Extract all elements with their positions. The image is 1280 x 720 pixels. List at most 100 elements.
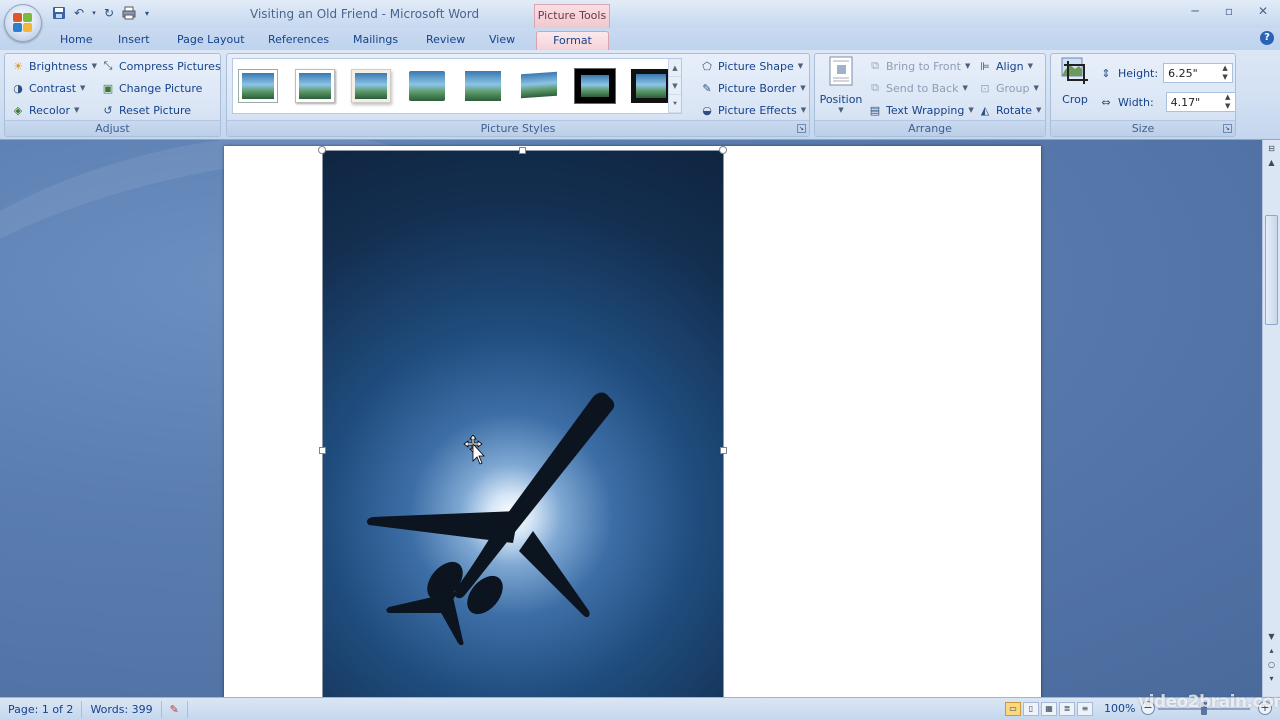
position-icon <box>829 56 853 86</box>
height-input[interactable]: 6.25" ▲ ▼ <box>1163 63 1234 83</box>
picture-style-7-selected[interactable] <box>575 69 615 103</box>
vertical-scrollbar[interactable]: ⊟ ▲ ▼ ▴ ○ ▾ <box>1262 140 1280 697</box>
reset-picture-icon: ↺ <box>103 103 113 117</box>
next-page-icon[interactable]: ▾ <box>1264 672 1279 686</box>
reset-picture-label: Reset Picture <box>119 103 192 117</box>
width-input[interactable]: 4.17" ▲ ▼ <box>1165 92 1236 112</box>
reset-picture-button[interactable]: ↺ Reset Picture <box>101 100 191 120</box>
width-spinner-icon[interactable]: ▲ ▼ <box>1222 93 1234 111</box>
picture-tools-header: Picture Tools <box>534 4 610 28</box>
rotate-button[interactable]: ◭ Rotate ▼ <box>978 100 1042 120</box>
zoom-level[interactable]: 100% <box>1104 702 1135 715</box>
scroll-up-icon[interactable]: ▲ <box>1264 156 1279 170</box>
picture-style-5[interactable] <box>463 69 503 103</box>
picture-style-3[interactable] <box>351 69 391 103</box>
gallery-up-icon[interactable]: ▲ <box>669 59 681 77</box>
picture-style-1[interactable] <box>238 69 278 103</box>
close-button[interactable]: ✕ <box>1246 0 1280 22</box>
tab-home[interactable]: Home <box>54 31 98 50</box>
airplane-silhouette-icon <box>366 392 615 646</box>
change-picture-button[interactable]: ▣ Change Picture <box>101 78 203 98</box>
word-count[interactable]: Words: 399 <box>82 700 162 718</box>
picture-style-6[interactable] <box>519 69 559 103</box>
select-browse-object-icon[interactable]: ○ <box>1264 658 1279 672</box>
position-button[interactable]: Position ▼ <box>819 56 863 114</box>
resize-handle-e[interactable] <box>720 447 727 454</box>
draft-view-icon[interactable]: ≡ <box>1077 702 1093 716</box>
undo-dropdown-icon[interactable]: ▾ <box>90 4 98 22</box>
full-screen-reading-icon[interactable]: ▯ <box>1023 702 1039 716</box>
height-spinner-icon[interactable]: ▲ ▼ <box>1219 64 1231 82</box>
resize-handle-ne[interactable] <box>719 146 727 154</box>
watermark: video2brain.com <box>1138 692 1280 712</box>
tab-page-layout[interactable]: Page Layout <box>171 31 251 50</box>
customize-qat-icon[interactable]: ▾ <box>140 4 154 22</box>
tab-references[interactable]: References <box>262 31 335 50</box>
brightness-button[interactable]: ☀ Brightness ▼ <box>11 56 97 76</box>
picture-border-label: Picture Border <box>718 81 797 95</box>
align-label: Align <box>996 59 1024 73</box>
picture-border-button[interactable]: ✎ Picture Border ▼ <box>700 78 805 98</box>
size-launcher-icon[interactable]: ↘ <box>1223 124 1232 133</box>
crop-label: Crop <box>1062 93 1088 106</box>
quick-access-toolbar: ↶ ▾ ↻ ▾ <box>50 4 154 22</box>
scroll-thumb[interactable] <box>1265 215 1278 325</box>
resize-handle-w[interactable] <box>319 447 326 454</box>
picture-style-8[interactable] <box>631 69 671 103</box>
recolor-icon: ◈ <box>13 103 23 117</box>
arrange-group-label: Arrange <box>815 120 1045 136</box>
airplane-picture[interactable] <box>323 151 723 697</box>
restore-button[interactable]: ▫ <box>1212 0 1246 22</box>
document-area <box>0 140 1262 697</box>
compress-icon: ⤡ <box>103 59 113 72</box>
gallery-more-icon[interactable]: ⯆ <box>669 95 681 113</box>
bring-to-front-label: Bring to Front <box>886 59 961 73</box>
ruler-toggle-icon[interactable]: ⊟ <box>1264 142 1279 156</box>
change-picture-label: Change Picture <box>119 81 203 95</box>
tab-mailings[interactable]: Mailings <box>347 31 404 50</box>
proofing-icon[interactable]: ✎ <box>162 700 188 718</box>
resize-handle-nw[interactable] <box>318 146 326 154</box>
previous-page-icon[interactable]: ▴ <box>1264 644 1279 658</box>
contrast-button[interactable]: ◑ Contrast ▼ <box>11 78 85 98</box>
recolor-button[interactable]: ◈ Recolor ▼ <box>11 100 80 120</box>
send-to-back-button[interactable]: ⧉ Send to Back ▼ <box>868 78 968 98</box>
compress-pictures-button[interactable]: ⤡ Compress Pictures <box>101 56 221 76</box>
gallery-down-icon[interactable]: ▼ <box>669 77 681 95</box>
page-count[interactable]: Page: 1 of 2 <box>0 700 83 718</box>
print-layout-view-icon[interactable]: ▭ <box>1005 702 1021 716</box>
office-button[interactable] <box>4 4 42 42</box>
ribbon: ☀ Brightness ▼ ◑ Contrast ▼ ◈ Recolor ▼ ⤡ C… <box>0 50 1280 140</box>
tab-view[interactable]: View <box>483 31 521 50</box>
minimize-button[interactable]: ─ <box>1178 0 1212 22</box>
group-button[interactable]: ⊡ Group ▼ <box>978 78 1039 98</box>
rotate-label: Rotate <box>996 103 1033 117</box>
tab-format[interactable]: Format <box>536 31 609 50</box>
picture-style-4[interactable] <box>407 69 447 103</box>
bring-to-front-button[interactable]: ⧉ Bring to Front ▼ <box>868 56 970 76</box>
text-wrapping-button[interactable]: ▤ Text Wrapping ▼ <box>868 100 974 120</box>
send-to-back-icon: ⧉ <box>871 81 879 94</box>
help-icon[interactable]: ? <box>1260 31 1274 45</box>
align-button[interactable]: ⊫ Align ▼ <box>978 56 1033 76</box>
print-icon[interactable] <box>120 4 138 22</box>
group-label: Group <box>996 81 1030 95</box>
scroll-down-icon[interactable]: ▼ <box>1264 630 1279 644</box>
undo-icon[interactable]: ↶ <box>70 4 88 22</box>
picture-effects-button[interactable]: ◒ Picture Effects ▼ <box>700 100 806 120</box>
picture-styles-launcher-icon[interactable]: ↘ <box>797 124 806 133</box>
crop-button[interactable]: Crop <box>1057 56 1093 106</box>
document-page[interactable] <box>224 146 1041 697</box>
picture-effects-icon: ◒ <box>702 103 712 117</box>
picture-shape-button[interactable]: ⬠ Picture Shape ▼ <box>700 56 803 76</box>
tab-insert[interactable]: Insert <box>112 31 156 50</box>
picture-style-2[interactable] <box>295 69 335 103</box>
web-layout-view-icon[interactable]: ▦ <box>1041 702 1057 716</box>
resize-handle-n[interactable] <box>519 147 526 154</box>
picture-shape-icon: ⬠ <box>702 59 712 73</box>
redo-icon[interactable]: ↻ <box>100 4 118 22</box>
tab-review[interactable]: Review <box>420 31 471 50</box>
align-icon: ⊫ <box>980 59 990 73</box>
save-icon[interactable] <box>50 4 68 22</box>
outline-view-icon[interactable]: ≣ <box>1059 702 1075 716</box>
